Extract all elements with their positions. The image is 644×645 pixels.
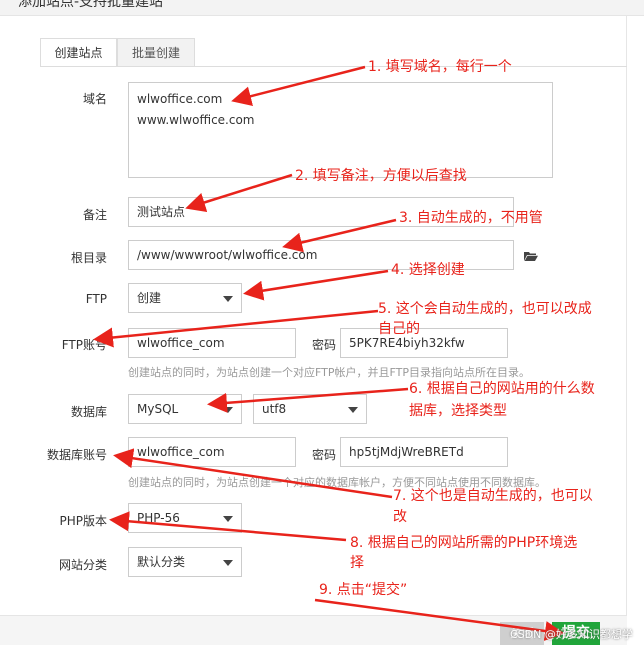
annotation-4: 4. 选择创建 bbox=[391, 262, 465, 278]
watermark: CSDN @好多知识都想学 bbox=[510, 628, 633, 641]
annotation-8-line2: 择 bbox=[350, 555, 364, 571]
category-value: 默认分类 bbox=[137, 555, 186, 569]
annotation-3: 3. 自动生成的，不用管 bbox=[399, 210, 543, 226]
chevron-down-icon bbox=[223, 296, 233, 302]
php-version-label: PHP版本 bbox=[59, 514, 108, 528]
annotation-6-line1: 6. 根据自己的网站用的什么数 bbox=[409, 381, 595, 397]
domain-textarea[interactable]: wlwoffice.com www.wlwoffice.com bbox=[128, 82, 553, 178]
remark-label: 备注 bbox=[82, 208, 107, 222]
ftp-password-label: 密码 bbox=[312, 338, 337, 352]
domain-line-1: wlwoffice.com bbox=[137, 92, 223, 106]
annotation-5-line2: 自己的 bbox=[378, 321, 420, 337]
tab-create-site[interactable]: 创建站点 bbox=[40, 38, 117, 67]
chevron-down-icon bbox=[223, 516, 233, 522]
tab-divider bbox=[40, 66, 627, 67]
ftp-select[interactable]: 创建 bbox=[128, 283, 242, 313]
tab-batch-create[interactable]: 批量创建 bbox=[117, 38, 195, 67]
annotation-9: 9. 点击“提交” bbox=[319, 582, 408, 598]
dialog-title-bar: 添加站点-支持批量建站 bbox=[0, 0, 644, 16]
category-select[interactable]: 默认分类 bbox=[128, 547, 242, 577]
annotation-8-line1: 8. 根据自己的网站所需的PHP环境选 bbox=[350, 535, 578, 551]
ftp-user-input[interactable]: wlwoffice_com bbox=[128, 328, 296, 358]
root-dir-label: 根目录 bbox=[70, 251, 107, 265]
ftp-account-label: FTP账号 bbox=[61, 338, 107, 352]
chevron-down-icon bbox=[348, 407, 358, 413]
ftp-label: FTP bbox=[85, 292, 107, 306]
annotation-5-line1: 5. 这个会自动生成的，也可以改成 bbox=[378, 301, 592, 317]
database-label: 数据库 bbox=[70, 405, 107, 419]
annotation-2: 2. 填写备注，方便以后查找 bbox=[295, 168, 467, 184]
db-user-input[interactable]: wlwoffice_com bbox=[128, 437, 296, 467]
db-type-value: MySQL bbox=[137, 402, 179, 416]
db-charset-select[interactable]: utf8 bbox=[253, 394, 367, 424]
domain-label: 域名 bbox=[82, 92, 107, 106]
db-type-select[interactable]: MySQL bbox=[128, 394, 242, 424]
ftp-hint: 创建站点的同时，为站点创建一个对应FTP帐户，并且FTP目录指向站点所在目录。 bbox=[128, 366, 530, 379]
ftp-select-value: 创建 bbox=[137, 291, 162, 305]
php-version-value: PHP-56 bbox=[137, 511, 180, 525]
annotation-6-line2: 据库，选择类型 bbox=[409, 403, 507, 419]
db-charset-value: utf8 bbox=[262, 402, 287, 416]
chevron-down-icon bbox=[223, 560, 233, 566]
annotation-7-line2: 改 bbox=[393, 509, 407, 525]
domain-line-2: www.wlwoffice.com bbox=[137, 113, 255, 127]
db-account-label: 数据库账号 bbox=[46, 448, 107, 462]
annotation-1: 1. 填写域名，每行一个 bbox=[368, 59, 512, 75]
db-password-label: 密码 bbox=[312, 448, 337, 462]
db-password-input[interactable]: hp5tjMdjWreBRETd bbox=[340, 437, 508, 467]
dialog-title: 添加站点-支持批量建站 bbox=[18, 0, 164, 10]
category-label: 网站分类 bbox=[58, 558, 107, 572]
php-version-select[interactable]: PHP-56 bbox=[128, 503, 242, 533]
folder-open-icon[interactable] bbox=[524, 251, 538, 261]
ftp-password-input[interactable]: 5PK7RE4biyh32kfw bbox=[340, 328, 508, 358]
annotation-7-line1: 7. 这个也是自动生成的，也可以 bbox=[393, 488, 593, 504]
chevron-down-icon bbox=[223, 407, 233, 413]
